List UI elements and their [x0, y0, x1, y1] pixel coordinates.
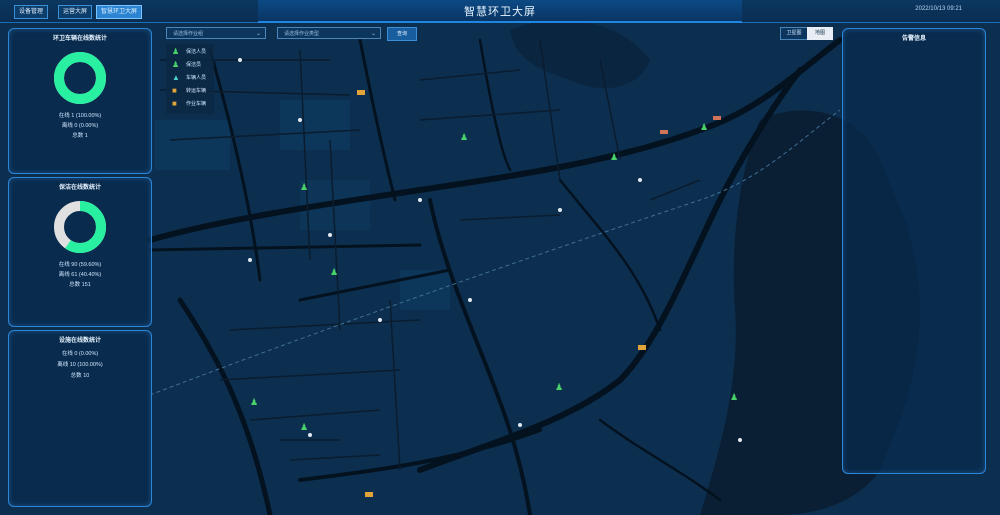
person-online-donut	[54, 201, 106, 253]
legend-label: 保洁人员	[186, 49, 207, 55]
svg-text:♟: ♟	[700, 122, 708, 132]
chevron-down-icon: ⌄	[370, 31, 376, 37]
title-frame: 智慧环卫大屏	[258, 0, 742, 23]
svg-text:♟: ♟	[730, 392, 738, 402]
truck-icon: ■	[172, 86, 177, 95]
datetime: 2022/10/13 09:21	[915, 6, 962, 12]
facility-online-panel: 设施在线数统计 在线 0 (0.00%) 离线 10 (100.00%) 总数 …	[8, 330, 152, 507]
panel-title: 设施在线数统计	[58, 338, 101, 344]
stat-online: 在线 0 (0.00%)	[61, 351, 99, 357]
vehicle-online-donut	[54, 52, 106, 104]
walking-person-icon: ♟	[172, 60, 180, 69]
work-group-placeholder: 请选择作业组	[173, 31, 204, 37]
legend-item: ♟ 保洁员	[166, 59, 214, 71]
legend-item: ■ 作业车辆	[166, 98, 214, 110]
panel-title: 环卫车辆在线数统计	[52, 36, 107, 42]
triangle-marker-icon: ▲	[172, 73, 180, 82]
map-legend: ♟ 保洁人员 ♟ 保洁员 ▲ 车辆人员 ■ 转运车辆 ■ 作业车辆	[166, 44, 214, 114]
stat-online: 在线 1 (100.00%)	[58, 113, 102, 119]
truck-icon: ■	[172, 99, 177, 108]
stat-offline: 离线 0 (0.00%)	[61, 123, 99, 129]
legend-item: ■ 转运车辆	[166, 85, 214, 97]
svg-text:♟: ♟	[300, 182, 308, 192]
svg-text:♟: ♟	[250, 397, 258, 407]
walking-person-icon: ♟	[172, 47, 180, 56]
legend-label: 车辆人员	[186, 75, 207, 81]
top-bar: 设备管理 运营大屏 智慧环卫大屏 智慧环卫大屏 2022/10/13 09:21	[0, 0, 1000, 23]
query-button[interactable]: 查询	[387, 27, 417, 41]
nav-device-management[interactable]: 设备管理	[14, 5, 49, 19]
svg-text:♟: ♟	[330, 267, 338, 277]
stat-total: 总数 1	[72, 133, 88, 139]
page-title: 智慧环卫大屏	[464, 6, 536, 18]
stat-total: 总数 151	[69, 282, 91, 288]
chevron-down-icon: ⌄	[255, 31, 261, 37]
svg-text:♟: ♟	[555, 382, 563, 392]
nav-operations-screen[interactable]: 运营大屏	[58, 5, 93, 19]
toggle-map[interactable]: 地图	[807, 27, 833, 40]
legend-label: 保洁员	[186, 62, 202, 68]
work-type-select[interactable]: 请选择作业类型 ⌄	[277, 27, 381, 39]
donut-online-arc	[54, 52, 106, 104]
person-online-panel: 保洁在线数统计 在线 90 (59.60%) 离线 61 (40.40%) 总数…	[8, 177, 152, 327]
toggle-satellite[interactable]: 卫星图	[780, 27, 808, 40]
work-type-placeholder: 请选择作业类型	[284, 31, 320, 37]
panel-title: 保洁在线数统计	[58, 185, 101, 191]
panel-title: 告警信息	[901, 36, 926, 42]
legend-label: 作业车辆	[186, 101, 207, 107]
svg-text:♟: ♟	[300, 422, 308, 432]
legend-item: ♟ 保洁人员	[166, 46, 214, 58]
legend-item: ▲ 车辆人员	[166, 72, 214, 84]
stat-offline: 离线 10 (100.00%)	[57, 362, 103, 368]
stat-offline: 离线 61 (40.40%)	[58, 272, 102, 278]
stat-online: 在线 90 (59.60%)	[58, 262, 102, 268]
stat-total: 总数 10	[70, 373, 90, 379]
svg-text:♟: ♟	[610, 152, 618, 162]
alarm-panel: 告警信息	[842, 28, 986, 474]
legend-label: 转运车辆	[186, 88, 207, 94]
vehicle-online-panel: 环卫车辆在线数统计 在线 1 (100.00%) 离线 0 (0.00%) 总数…	[8, 28, 152, 174]
svg-text:♟: ♟	[460, 132, 468, 142]
work-group-select[interactable]: 请选择作业组 ⌄	[166, 27, 266, 39]
nav-sanitation-screen[interactable]: 智慧环卫大屏	[96, 5, 143, 19]
